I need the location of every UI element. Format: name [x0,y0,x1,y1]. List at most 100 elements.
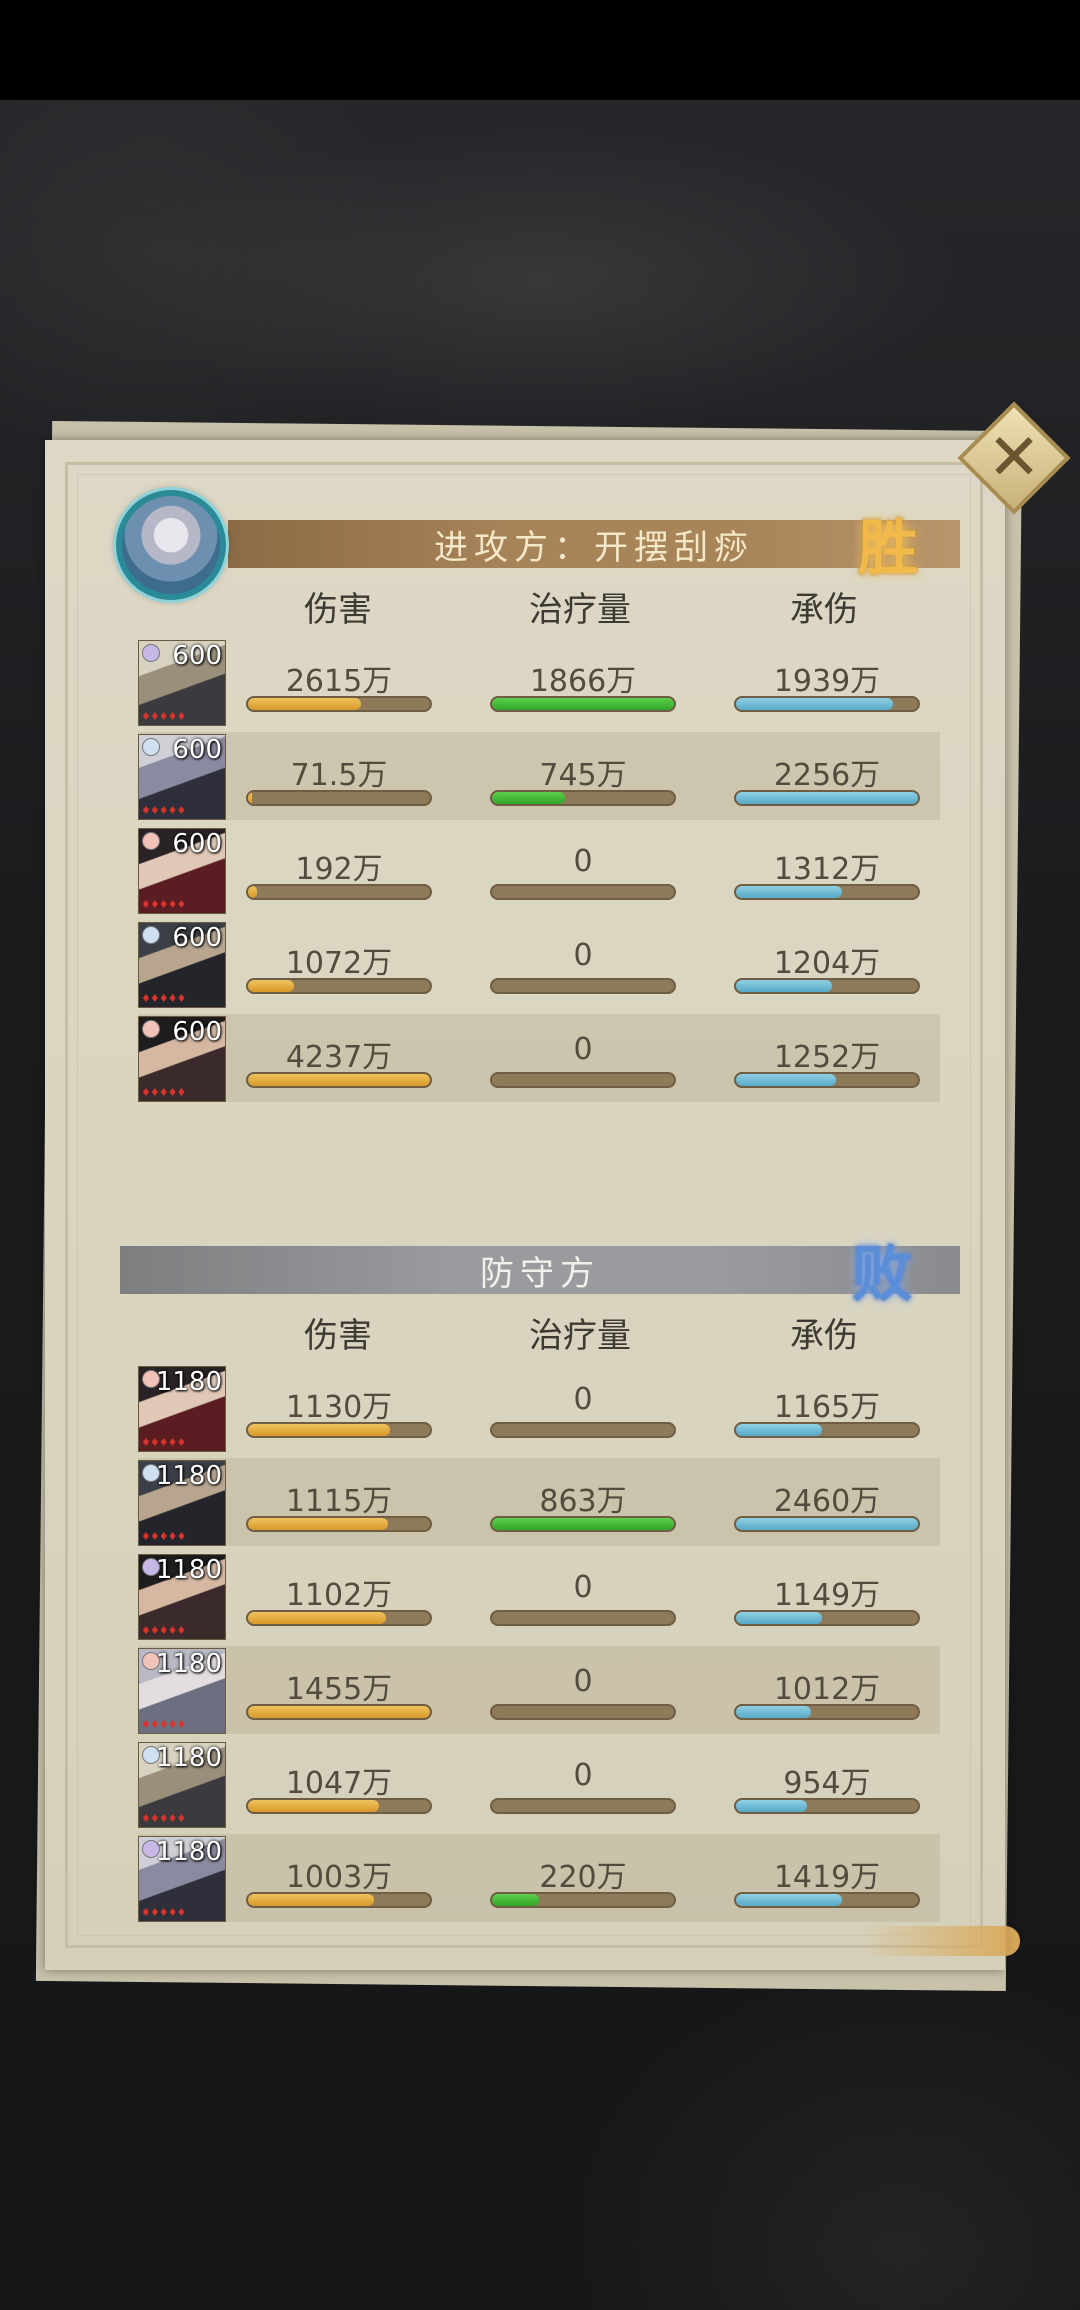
heal-value: 0 [573,1032,593,1067]
damage-stat: 1130万 [246,1364,432,1452]
heal-stat: 863万 [490,1458,676,1546]
hero-level: 1180 [155,1555,222,1585]
heal-stat: 1866万 [490,638,676,726]
victory-badge: 胜 [858,514,918,584]
hero-portrait[interactable]: 600 ♦♦♦♦♦ [138,922,226,1008]
damage-value: 1072万 [285,946,393,981]
hero-star-icons: ♦♦♦♦♦ [141,1812,186,1825]
hero-portrait[interactable]: 1180 ♦♦♦♦♦ [138,1648,226,1734]
damage-stat: 192万 [246,826,432,914]
hero-star-icons: ♦♦♦♦♦ [141,710,186,723]
taken-stat: 1939万 [734,638,920,726]
heal-value: 0 [573,1570,593,1605]
heal-bar [490,884,676,900]
taken-stat: 1312万 [734,826,920,914]
status-bar [0,0,1080,100]
taken-stat: 954万 [734,1740,920,1828]
hero-star-icons: ♦♦♦♦♦ [141,1086,186,1099]
heal-bar [490,1704,676,1720]
heal-stat: 0 [490,1552,676,1640]
taken-value: 1252万 [773,1040,881,1075]
hero-stat-row: 600 ♦♦♦♦♦ 1072万 0 1204万 [138,920,940,1008]
hero-portrait[interactable]: 1180 ♦♦♦♦♦ [138,1836,226,1922]
heal-value: 0 [573,1758,593,1793]
heal-bar [490,978,676,994]
hero-level: 1180 [155,1649,222,1679]
hero-portrait[interactable]: 1180 ♦♦♦♦♦ [138,1554,226,1640]
fire-element-icon [142,832,160,850]
taken-stat: 1165万 [734,1364,920,1452]
hero-portrait[interactable]: 600 ♦♦♦♦♦ [138,828,226,914]
hero-stat-row: 600 ♦♦♦♦♦ 4237万 0 1252万 [138,1014,940,1102]
moon-element-icon [142,926,160,944]
damage-stat: 1115万 [246,1458,432,1546]
hero-portrait[interactable]: 1180 ♦♦♦♦♦ [138,1366,226,1452]
defender-title: 防守方 [480,1253,600,1294]
heal-stat: 0 [490,1646,676,1734]
heal-stat: 0 [490,1014,676,1102]
taken-value: 1312万 [773,852,881,887]
column-header-heal: 治疗量 [529,1316,631,1356]
hero-level: 600 [172,923,222,953]
heal-value: 1866万 [529,664,637,699]
attacker-title: 进攻方：开摆刮痧 [434,527,754,568]
heal-bar [490,1072,676,1088]
damage-stat: 1072万 [246,920,432,1008]
damage-stat: 1102万 [246,1552,432,1640]
taken-value: 1165万 [773,1390,881,1425]
damage-value: 4237万 [285,1040,393,1075]
hero-stat-row: 600 ♦♦♦♦♦ 2615万 1866万 1939万 [138,638,940,726]
hero-level: 1180 [155,1461,222,1491]
hero-stat-row: 1180 ♦♦♦♦♦ 1455万 0 1012万 [138,1646,940,1734]
heal-stat: 0 [490,1364,676,1452]
fire-element-icon [142,1020,160,1038]
heal-value: 0 [573,844,593,879]
taken-value: 1419万 [773,1860,881,1895]
taken-stat: 1149万 [734,1552,920,1640]
taken-value: 2460万 [773,1484,881,1519]
hero-portrait[interactable]: 600 ♦♦♦♦♦ [138,734,226,820]
damage-stat: 1455万 [246,1646,432,1734]
damage-stat: 4237万 [246,1014,432,1102]
taken-value: 1012万 [773,1672,881,1707]
heal-stat: 0 [490,826,676,914]
taken-stat: 2460万 [734,1458,920,1546]
taken-value: 954万 [783,1766,871,1801]
column-header-heal: 治疗量 [529,590,631,630]
taken-value: 2256万 [773,758,881,793]
attacker-avatar[interactable] [116,490,226,600]
hero-star-icons: ♦♦♦♦♦ [141,898,186,911]
damage-stat: 1047万 [246,1740,432,1828]
hero-stat-row: 1180 ♦♦♦♦♦ 1102万 0 1149万 [138,1552,940,1640]
hero-portrait[interactable]: 600 ♦♦♦♦♦ [138,1016,226,1102]
hero-star-icons: ♦♦♦♦♦ [141,992,186,1005]
damage-value: 192万 [295,852,383,887]
arcane-element-icon [142,644,160,662]
damage-value: 1102万 [285,1578,393,1613]
damage-value: 1455万 [285,1672,393,1707]
hero-portrait[interactable]: 1180 ♦♦♦♦♦ [138,1742,226,1828]
heal-value: 863万 [539,1484,627,1519]
damage-value: 1115万 [285,1484,393,1519]
hero-level: 600 [172,735,222,765]
attacker-header: 进攻方：开摆刮痧 [228,520,960,568]
hero-portrait[interactable]: 600 ♦♦♦♦♦ [138,640,226,726]
damage-value: 1047万 [285,1766,393,1801]
hero-level: 1180 [155,1837,222,1867]
hero-star-icons: ♦♦♦♦♦ [141,1906,186,1919]
heal-bar [490,1798,676,1814]
heal-value: 0 [573,1664,593,1699]
column-header-damage: 伤害 [304,590,372,630]
damage-value: 2615万 [285,664,393,699]
moon-element-icon [142,738,160,756]
taken-stat: 1252万 [734,1014,920,1102]
defeat-badge: 败 [852,1240,912,1310]
damage-value: 71.5万 [290,758,388,793]
hero-stat-row: 1180 ♦♦♦♦♦ 1130万 0 1165万 [138,1364,940,1452]
column-header-taken: 承伤 [790,590,858,630]
hero-stat-row: 1180 ♦♦♦♦♦ 1003万 220万 1419万 [138,1834,940,1922]
heal-stat: 0 [490,920,676,1008]
hero-star-icons: ♦♦♦♦♦ [141,1624,186,1637]
heal-stat: 220万 [490,1834,676,1922]
hero-portrait[interactable]: 1180 ♦♦♦♦♦ [138,1460,226,1546]
